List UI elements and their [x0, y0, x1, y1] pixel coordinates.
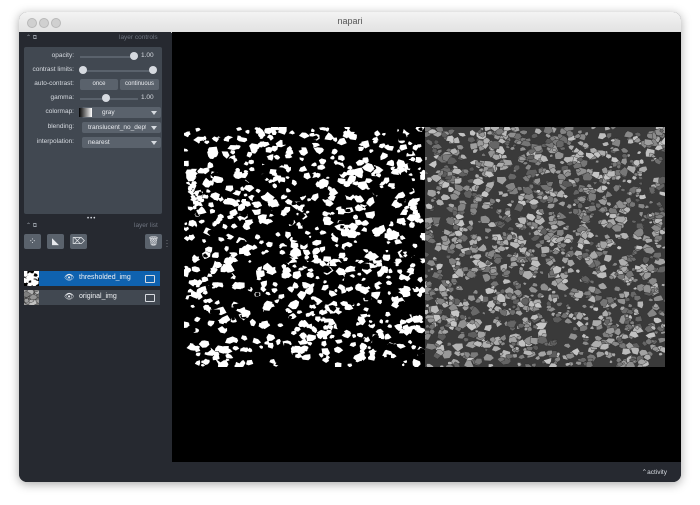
blending-value: translucent_no_depth [88, 123, 146, 131]
shapes-layer-icon: ◣ [52, 236, 59, 246]
image-layer-icon [145, 293, 155, 302]
opacity-slider-handle[interactable] [130, 52, 138, 60]
thresholded-image [184, 127, 425, 367]
dock-float-icon[interactable]: ⌃ ⧉ [26, 222, 37, 230]
trash-icon: 🗑 [147, 236, 160, 246]
colormap-value: gray [102, 108, 115, 116]
gamma-label: gamma: [50, 94, 74, 101]
chevron-down-icon [151, 140, 157, 145]
interpolation-row: interpolation: nearest [24, 137, 162, 149]
contrast-limits-slider[interactable] [80, 70, 154, 72]
auto-contrast-continuous-button[interactable]: continuous [120, 79, 159, 90]
blending-combobox[interactable]: translucent_no_depth [82, 122, 161, 133]
contrast-low-handle[interactable] [79, 66, 87, 74]
activity-button[interactable]: ⌃activity [642, 468, 667, 476]
layer-name: thresholded_img [79, 274, 131, 281]
colormap-label: colormap: [45, 108, 74, 115]
colormap-swatch [79, 108, 92, 117]
original-thumbnail [24, 290, 39, 305]
splitter-handle[interactable]: ••• [87, 216, 96, 222]
layer-controls-panel: opacity: 1.00 contrast limits: auto-cont… [24, 47, 162, 214]
layer-row-original-img[interactable]: 👁 original_img [24, 290, 160, 305]
left-dock: ⌃ ⧉ layer controls opacity: 1.00 contras… [19, 32, 171, 478]
new-shapes-layer-button[interactable]: ◣ [47, 234, 64, 249]
colormap-combobox[interactable]: gray [82, 107, 161, 118]
image-layer-icon [145, 274, 155, 283]
vertical-splitter-handle[interactable]: · · · [166, 238, 168, 250]
gamma-row: gamma: 1.00 [24, 93, 162, 105]
auto-contrast-once-button[interactable]: once [80, 79, 118, 90]
contrast-high-handle[interactable] [149, 66, 157, 74]
points-layer-icon: ⁘ [28, 236, 37, 246]
gamma-slider-handle[interactable] [102, 94, 110, 102]
auto-contrast-row: auto-contrast: once continuous [24, 79, 162, 91]
opacity-value: 1.00 [141, 52, 154, 59]
layer-controls-title: layer controls [119, 34, 158, 41]
opacity-row: opacity: 1.00 [24, 51, 162, 63]
auto-contrast-label: auto-contrast: [34, 80, 74, 87]
blending-label: blending: [47, 123, 74, 130]
new-labels-layer-button[interactable]: ⌦ [70, 234, 87, 249]
layer-list-title: layer list [134, 222, 158, 229]
chevron-down-icon [151, 110, 157, 115]
eye-icon[interactable]: 👁 [64, 273, 74, 282]
interpolation-label: interpolation: [36, 138, 74, 145]
napari-window: napari ⌃ ⧉ layer controls opacity: 1.00 … [19, 12, 681, 482]
labels-layer-icon: ⌦ [72, 236, 85, 246]
new-points-layer-button[interactable]: ⁘ [24, 234, 41, 249]
dock-float-icon[interactable]: ⌃ ⧉ [26, 34, 37, 42]
interpolation-combobox[interactable]: nearest [82, 137, 161, 148]
blending-row: blending: translucent_no_depth [24, 122, 162, 134]
colormap-row: colormap: gray [24, 107, 162, 119]
eye-icon[interactable]: 👁 [64, 292, 74, 301]
thresholded-thumbnail [24, 271, 39, 286]
viewer-canvas[interactable] [172, 32, 681, 462]
contrast-limits-row: contrast limits: [24, 65, 162, 77]
gamma-value: 1.00 [141, 94, 154, 101]
title-bar: napari [19, 12, 681, 33]
opacity-label: opacity: [51, 52, 74, 59]
status-bar: ⌃activity [19, 462, 681, 482]
chevron-down-icon [151, 125, 157, 130]
activity-label: activity [647, 469, 667, 476]
contrast-limits-label: contrast limits: [32, 66, 74, 73]
layer-name: original_img [79, 293, 117, 300]
layer-row-thresholded-img[interactable]: 👁 thresholded_img [24, 271, 160, 286]
window-title: napari [337, 16, 363, 26]
delete-layer-button[interactable]: 🗑 [145, 234, 162, 249]
interpolation-value: nearest [88, 138, 110, 146]
original-image [425, 127, 665, 367]
